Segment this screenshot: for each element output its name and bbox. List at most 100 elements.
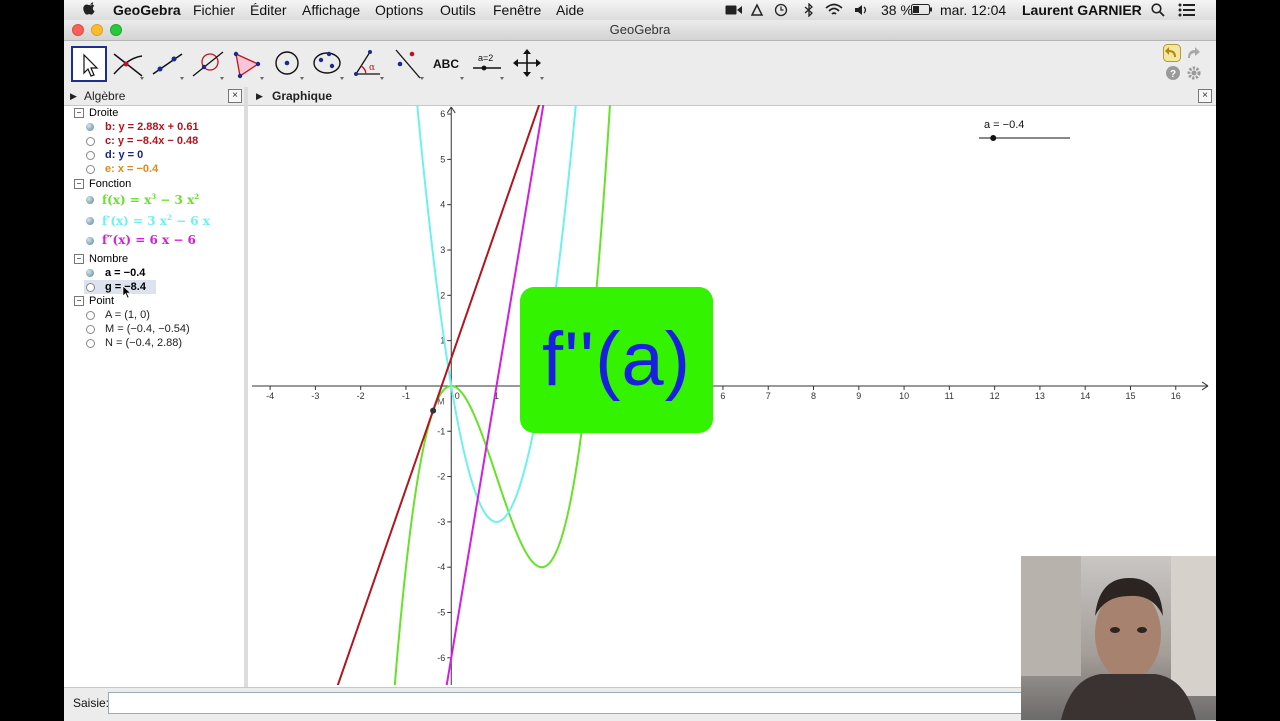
menu-editer[interactable]: Éditer bbox=[250, 1, 287, 19]
presenter-video-icon bbox=[1021, 556, 1216, 720]
tool-bar: α ABC a=2 ? bbox=[64, 41, 1216, 89]
visibility-toggle-icon[interactable] bbox=[86, 283, 95, 292]
volume-icon[interactable] bbox=[854, 3, 870, 17]
menubar-user[interactable]: Laurent GARNIER bbox=[1022, 1, 1142, 19]
text-tool-label: ABC bbox=[433, 57, 459, 71]
object-d[interactable]: d: y = 0 bbox=[105, 149, 143, 161]
visibility-toggle-icon[interactable] bbox=[86, 237, 94, 245]
spotlight-search-icon[interactable] bbox=[1151, 3, 1165, 17]
object-N[interactable]: N = (−0.4, 2.88) bbox=[105, 337, 182, 349]
category-label: Fonction bbox=[89, 178, 132, 190]
undo-icon[interactable] bbox=[1163, 44, 1181, 62]
window-title: GeoGebra bbox=[609, 22, 671, 37]
object-f-second[interactable]: f″(x) = 6 x − 6 bbox=[102, 233, 196, 247]
polygon-tool-button[interactable] bbox=[230, 46, 266, 82]
settings-gear-icon[interactable] bbox=[1186, 65, 1202, 81]
line-tool-button[interactable] bbox=[150, 46, 186, 82]
apple-menu-icon[interactable] bbox=[83, 2, 97, 17]
graphics-header: ▶ Graphique × bbox=[248, 87, 1216, 106]
visibility-toggle-icon[interactable] bbox=[86, 269, 94, 277]
menu-app-name[interactable]: GeoGebra bbox=[113, 1, 181, 19]
menu-affichage[interactable]: Affichage bbox=[302, 1, 360, 19]
conic-tool-button[interactable] bbox=[310, 46, 346, 82]
point-tool-button[interactable] bbox=[110, 46, 146, 82]
move-tool-button[interactable] bbox=[71, 46, 107, 82]
object-c[interactable]: c: y = −8.4x − 0.48 bbox=[105, 135, 198, 147]
y-tick-label: -3 bbox=[437, 517, 445, 527]
visibility-toggle-icon[interactable] bbox=[86, 311, 95, 320]
category-point[interactable]: − Point bbox=[74, 295, 114, 307]
x-tick-label: -2 bbox=[357, 391, 365, 401]
visibility-toggle-icon[interactable] bbox=[86, 325, 95, 334]
collapse-triangle-icon[interactable]: ▶ bbox=[256, 87, 263, 105]
battery-percent[interactable]: 38 % bbox=[881, 1, 913, 19]
category-label: Nombre bbox=[89, 253, 129, 265]
object-e[interactable]: e: x = −0.4 bbox=[105, 163, 158, 175]
object-f-prime[interactable]: f′(x) = 3 x2 − 6 x bbox=[102, 213, 210, 228]
slider-tool-label: a=2 bbox=[478, 53, 493, 63]
menu-fichier[interactable]: Fichier bbox=[193, 1, 235, 19]
menu-fenetre[interactable]: Fenêtre bbox=[493, 1, 541, 19]
triangle-icon bbox=[233, 51, 264, 80]
window-titlebar[interactable]: GeoGebra bbox=[64, 20, 1216, 41]
menu-outils[interactable]: Outils bbox=[440, 1, 476, 19]
visibility-toggle-icon[interactable] bbox=[86, 339, 95, 348]
bluetooth-icon[interactable] bbox=[804, 3, 814, 17]
collapse-minus-icon[interactable]: − bbox=[74, 179, 84, 190]
x-tick-label: 0 bbox=[455, 391, 460, 401]
angle-tool-button[interactable]: α bbox=[350, 46, 386, 82]
notification-center-icon[interactable] bbox=[1178, 3, 1196, 17]
zoom-window-button[interactable] bbox=[110, 24, 122, 36]
collapse-minus-icon[interactable]: − bbox=[74, 108, 84, 119]
wifi-icon[interactable] bbox=[825, 3, 843, 17]
circle-tool-button[interactable] bbox=[270, 46, 306, 82]
y-tick-label: -5 bbox=[437, 608, 445, 618]
collapse-minus-icon[interactable]: − bbox=[74, 296, 84, 307]
category-fonction[interactable]: − Fonction bbox=[74, 178, 131, 190]
collapse-minus-icon[interactable]: − bbox=[74, 254, 84, 265]
reflect-tool-button[interactable] bbox=[390, 46, 426, 82]
text-tool-button[interactable]: ABC bbox=[430, 46, 466, 82]
x-tick-label: -1 bbox=[402, 391, 410, 401]
category-droite[interactable]: − Droite bbox=[74, 107, 118, 119]
function-term: − 6 x bbox=[171, 214, 210, 228]
function-name: f(x) bbox=[102, 193, 126, 207]
object-a[interactable]: a = −0.4 bbox=[105, 267, 145, 279]
object-M[interactable]: M = (−0.4, −0.54) bbox=[105, 323, 190, 335]
x-tick-label: 7 bbox=[766, 391, 771, 401]
x-tick-label: 16 bbox=[1171, 391, 1181, 401]
algebra-title: Algèbre bbox=[84, 89, 126, 103]
y-tick-label: -1 bbox=[437, 426, 445, 436]
object-A[interactable]: A = (1, 0) bbox=[105, 309, 150, 321]
move-graphics-tool-button[interactable] bbox=[510, 46, 546, 82]
slider-tool-button[interactable]: a=2 bbox=[470, 46, 506, 82]
visibility-toggle-icon[interactable] bbox=[86, 137, 95, 146]
visibility-toggle-icon[interactable] bbox=[86, 123, 94, 131]
collapse-triangle-icon[interactable]: ▶ bbox=[70, 87, 77, 105]
menu-options[interactable]: Options bbox=[375, 1, 423, 19]
object-b[interactable]: b: y = 2.88x + 0.61 bbox=[105, 121, 199, 133]
sync-clock-icon[interactable] bbox=[774, 3, 788, 17]
close-algebra-button[interactable]: × bbox=[228, 89, 242, 103]
minimize-window-button[interactable] bbox=[91, 24, 103, 36]
close-window-button[interactable] bbox=[72, 24, 84, 36]
x-tick-label: -3 bbox=[311, 391, 319, 401]
visibility-toggle-icon[interactable] bbox=[86, 151, 95, 160]
perpendicular-tool-button[interactable] bbox=[190, 46, 226, 82]
menubar-clock[interactable]: mar. 12:04 bbox=[940, 1, 1006, 19]
line-icon bbox=[152, 53, 184, 80]
slider-knob[interactable] bbox=[990, 135, 997, 141]
time-machine-icon[interactable] bbox=[750, 3, 764, 17]
close-graphics-button[interactable]: × bbox=[1198, 89, 1212, 103]
visibility-toggle-icon[interactable] bbox=[86, 217, 94, 225]
facetime-camera-icon[interactable] bbox=[725, 4, 743, 16]
battery-icon[interactable] bbox=[911, 4, 933, 16]
help-icon[interactable]: ? bbox=[1165, 65, 1181, 81]
redo-icon[interactable] bbox=[1184, 44, 1202, 62]
visibility-toggle-icon[interactable] bbox=[86, 196, 94, 204]
visibility-toggle-icon[interactable] bbox=[86, 165, 95, 174]
menu-aide[interactable]: Aide bbox=[556, 1, 584, 19]
category-nombre[interactable]: − Nombre bbox=[74, 253, 128, 265]
arrow-cursor-icon bbox=[83, 53, 99, 77]
object-f[interactable]: f(x) = x3 − 3 x2 bbox=[102, 192, 199, 207]
